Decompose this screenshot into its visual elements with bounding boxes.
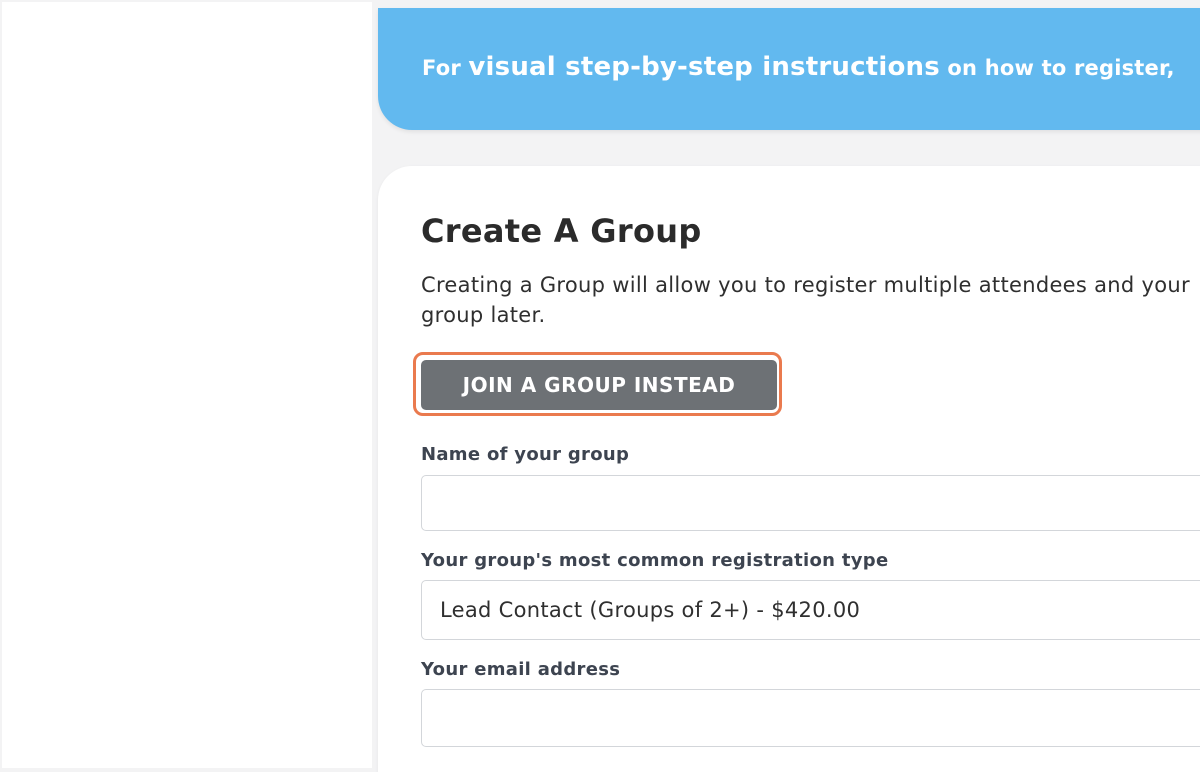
- page-title: Create A Group: [421, 212, 702, 250]
- group-name-label: Name of your group: [421, 444, 630, 465]
- banner-suffix: on how to register,: [939, 56, 1175, 80]
- registration-type-select[interactable]: Lead Contact (Groups of 2+) - $420.00: [421, 580, 1200, 640]
- create-group-card: Create A Group Creating a Group will all…: [378, 166, 1200, 772]
- join-group-button[interactable]: JOIN A GROUP INSTEAD: [421, 360, 777, 410]
- registration-type-value: Lead Contact (Groups of 2+) - $420.00: [440, 598, 861, 622]
- group-description: Creating a Group will allow you to regis…: [421, 273, 1190, 327]
- screenshot-frame: For visual step-by-step instructions on …: [0, 0, 1200, 772]
- email-input[interactable]: [421, 689, 1200, 747]
- email-label: Your email address: [421, 659, 621, 680]
- registration-type-label: Your group's most common registration ty…: [421, 550, 889, 571]
- group-name-input[interactable]: [421, 475, 1200, 531]
- instructions-banner: For visual step-by-step instructions on …: [378, 8, 1200, 130]
- banner-prefix: For: [422, 56, 469, 80]
- banner-text: For visual step-by-step instructions on …: [422, 52, 1175, 82]
- banner-emphasis[interactable]: visual step-by-step instructions: [468, 52, 940, 82]
- left-panel: [2, 2, 372, 768]
